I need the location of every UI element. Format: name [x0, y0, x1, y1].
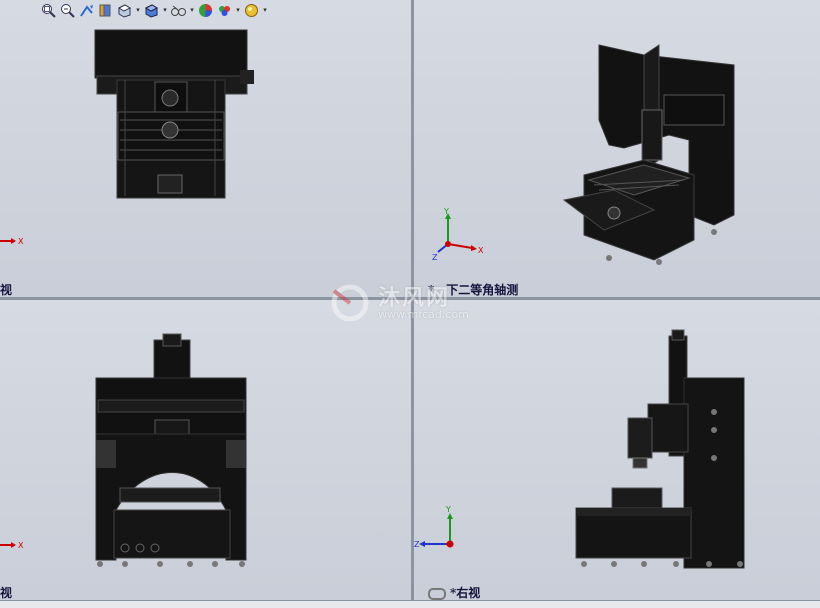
heads-up-view-toolbar: ▾ ▾ ▾ ▾ ▾ — [40, 1, 268, 19]
svg-text:Z: Z — [414, 540, 420, 549]
coordinate-triad: X — [0, 534, 30, 554]
view-label-bottom-right: *右视 — [428, 584, 480, 600]
chevron-down-icon[interactable]: ▾ — [189, 6, 195, 14]
watermark: 沐风网 www.mfcad.com — [328, 280, 469, 321]
machine-top-view — [94, 29, 254, 199]
chevron-down-icon[interactable]: ▾ — [235, 6, 241, 14]
svg-text:X: X — [478, 246, 484, 255]
view-settings-icon[interactable] — [243, 2, 260, 19]
hide-show-items-icon[interactable] — [170, 2, 187, 19]
chevron-down-icon[interactable]: ▾ — [162, 6, 168, 14]
previous-view-icon[interactable] — [78, 2, 95, 19]
coordinate-triad: X — [0, 230, 30, 250]
view-orientation-icon[interactable] — [116, 2, 133, 19]
chevron-down-icon[interactable]: ▾ — [135, 6, 141, 14]
machine-right-view — [575, 329, 745, 569]
zoom-to-fit-icon[interactable] — [40, 2, 57, 19]
svg-text:Y: Y — [443, 208, 449, 216]
watermark-logo-icon — [331, 284, 369, 321]
viewport-right-view[interactable]: Y Z *右视 — [414, 300, 820, 600]
display-style-icon[interactable] — [143, 2, 160, 19]
svg-text:X: X — [18, 541, 24, 550]
chevron-down-icon[interactable]: ▾ — [262, 6, 268, 14]
viewport-isometric-view[interactable]: Y X Z * 下二等角轴测 — [414, 0, 820, 297]
svg-text:Z: Z — [432, 253, 438, 262]
apply-scene-icon[interactable] — [216, 2, 233, 19]
zoom-to-area-icon[interactable] — [59, 2, 76, 19]
viewport-front-view[interactable]: X 视 — [0, 300, 411, 600]
section-view-icon[interactable] — [97, 2, 114, 19]
svg-text:Y: Y — [445, 505, 451, 514]
coordinate-triad: Y X Z — [426, 208, 486, 262]
coordinate-triad: Y Z — [414, 504, 464, 554]
view-label-top-left: 视 — [0, 283, 13, 297]
link-views-icon[interactable] — [428, 587, 446, 600]
svg-text:X: X — [18, 237, 24, 246]
view-label-bottom-left: 视 — [0, 586, 13, 600]
watermark-url: www.mfcad.com — [378, 308, 469, 321]
viewport-top-view[interactable]: X 视 — [0, 0, 411, 297]
machine-front-view — [95, 333, 247, 567]
edit-appearance-icon[interactable] — [197, 2, 214, 19]
